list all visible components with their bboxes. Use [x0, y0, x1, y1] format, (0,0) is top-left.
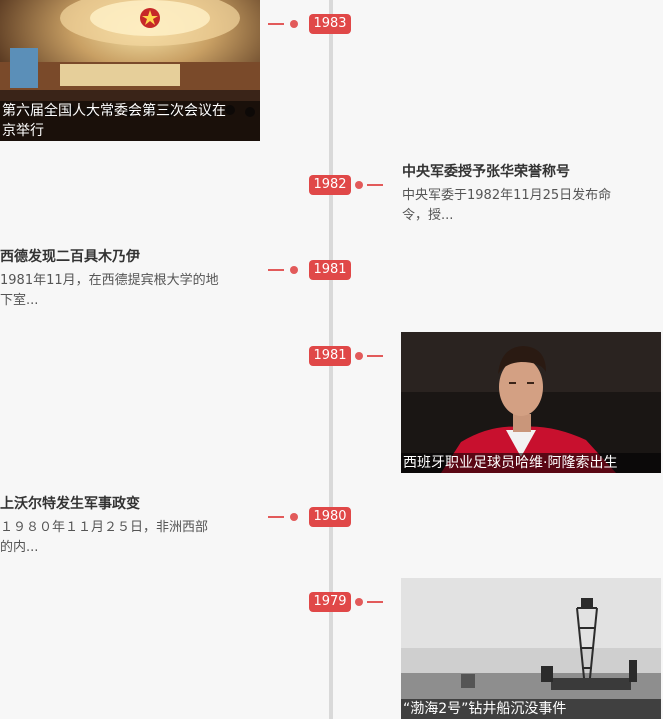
event-connector — [355, 598, 387, 606]
year-badge: 1981 — [309, 260, 351, 280]
year-badge: 1979 — [309, 592, 351, 612]
year-badge: 1983 — [309, 14, 351, 34]
event-card-1981-mummies[interactable]: 西德发现二百具木乃伊 1981年11月，在西德提宾根大学的地 下室... — [0, 247, 260, 311]
event-summary: １９８０年１１月２５日，非洲西部 的内... — [0, 520, 209, 555]
event-card-1983[interactable]: 第六届全国人大常委会第三次会议在 京举行 — [0, 0, 260, 141]
event-title[interactable]: 中央军委授予张华荣誉称号 — [402, 162, 652, 182]
year-badge: 1981 — [309, 346, 351, 366]
event-summary: 1981年11月，在西德提宾根大学的地 下室... — [0, 273, 219, 308]
event-connector — [268, 20, 300, 28]
event-caption[interactable]: 西班牙职业足球员哈维·阿隆索出生 — [401, 453, 661, 473]
event-image-footballer — [401, 332, 661, 473]
event-card-1982[interactable]: 中央军委授予张华荣誉称号 中央军委于1982年11月25日发布命 令，授... — [402, 162, 652, 226]
event-image-drilling-rig — [401, 578, 661, 719]
event-title[interactable]: 上沃尔特发生军事政变 — [0, 494, 260, 514]
event-caption[interactable]: “渤海2号”钻井船沉没事件 — [401, 699, 661, 719]
event-title[interactable]: 西德发现二百具木乃伊 — [0, 247, 260, 267]
event-summary: 中央军委于1982年11月25日发布命 令，授... — [402, 188, 612, 223]
year-badge: 1980 — [309, 507, 351, 527]
event-connector — [355, 181, 387, 189]
event-connector — [355, 352, 387, 360]
event-card-1980[interactable]: 上沃尔特发生军事政变 １９８０年１１月２５日，非洲西部 的内... — [0, 494, 260, 558]
event-connector — [268, 266, 300, 274]
event-caption[interactable]: 第六届全国人大常委会第三次会议在 京举行 — [0, 101, 260, 141]
event-card-1979[interactable]: “渤海2号”钻井船沉没事件 — [401, 578, 661, 719]
event-connector — [268, 513, 300, 521]
year-badge: 1982 — [309, 175, 351, 195]
event-card-1981-alonso[interactable]: 西班牙职业足球员哈维·阿隆索出生 — [401, 332, 661, 473]
